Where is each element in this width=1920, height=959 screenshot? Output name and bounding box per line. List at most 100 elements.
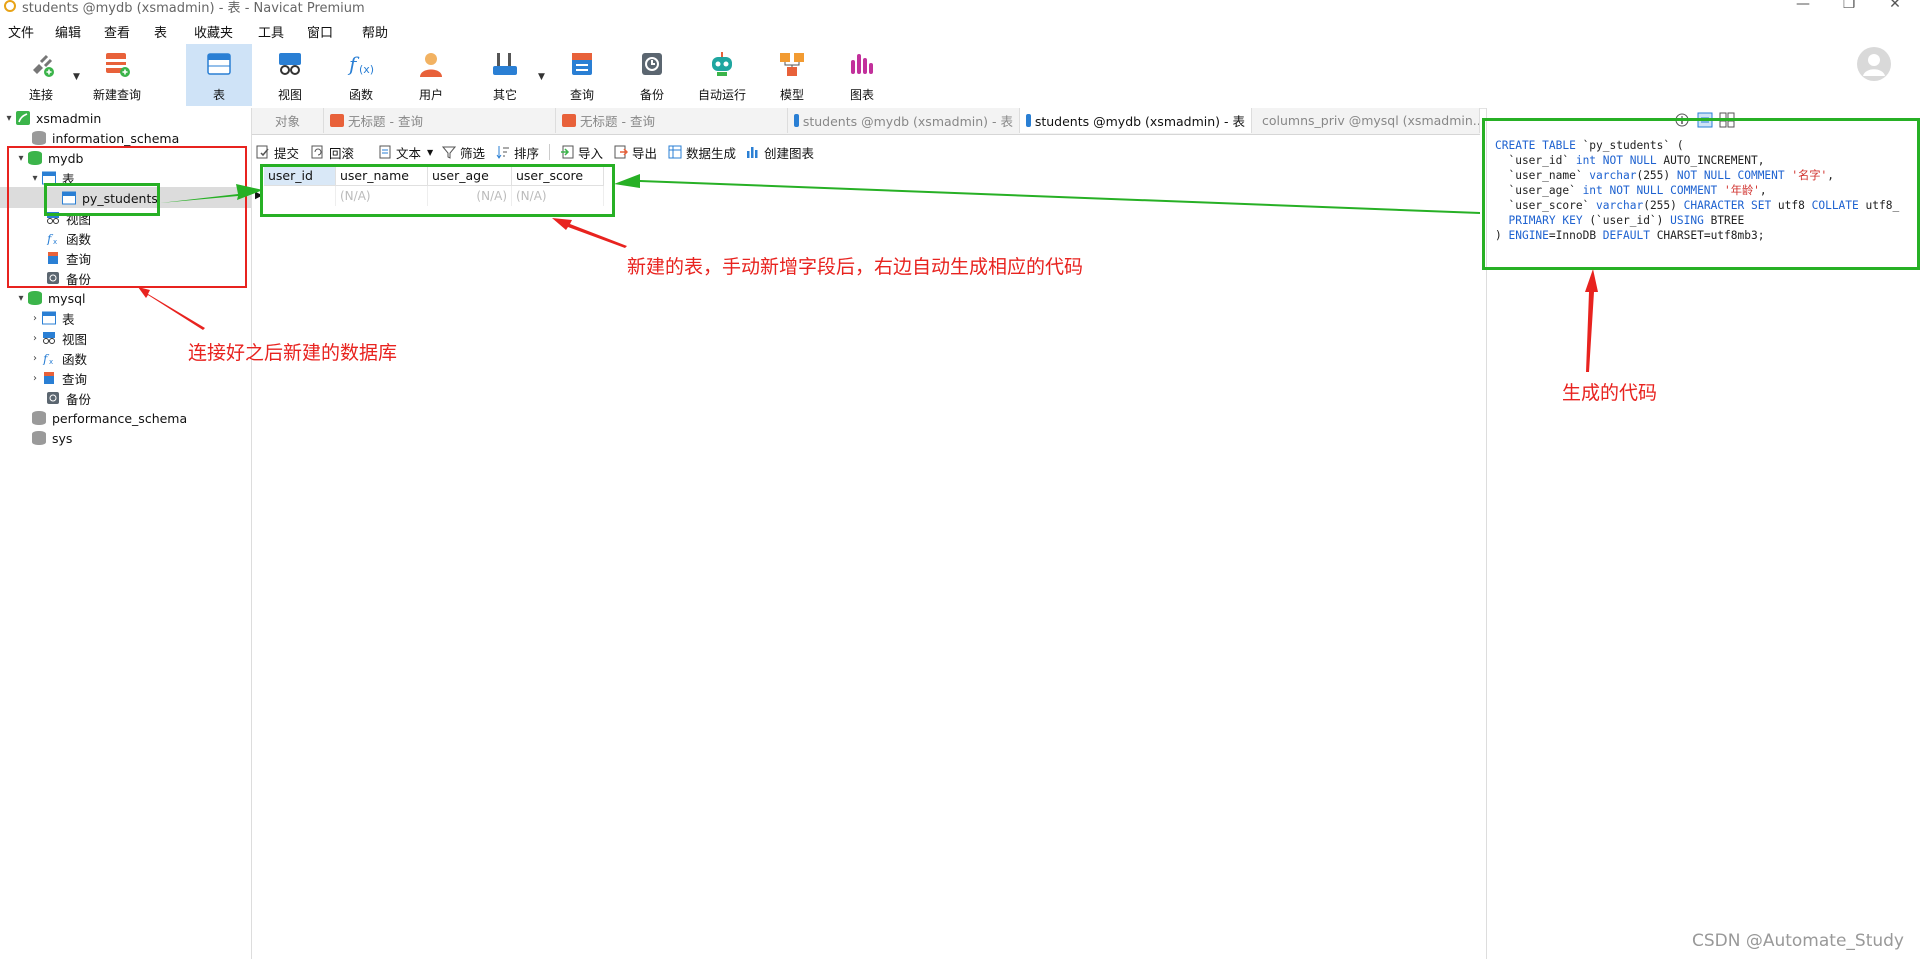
toolbar-chart-button[interactable]: 图表: [829, 44, 895, 106]
database-icon: [28, 291, 42, 305]
svg-text:(x): (x): [359, 63, 374, 76]
annotation-red-box-database: [7, 146, 247, 288]
tab-strip: 对象 无标题 - 查询 无标题 - 查询 students @mydb (xsm…: [252, 108, 1480, 135]
rollback-icon: [311, 145, 323, 159]
chart-icon: [851, 54, 873, 74]
minimize-icon[interactable]: —: [1788, 0, 1818, 12]
toolbar-table-button[interactable]: 表: [186, 44, 252, 106]
sort-button[interactable]: 排序: [496, 142, 539, 162]
menu-table[interactable]: 表: [154, 22, 167, 41]
query-icon: [572, 53, 592, 75]
menu-favorites[interactable]: 收藏夹: [194, 22, 233, 41]
import-button[interactable]: 导入: [560, 142, 603, 162]
query-icon: [44, 372, 54, 384]
query-icon: [562, 114, 576, 127]
annotation-green-box-table: [44, 183, 160, 216]
toolbar-connect-button[interactable]: 连接: [8, 44, 74, 106]
menu-help[interactable]: 帮助: [362, 22, 388, 41]
tab-students-table-2[interactable]: students @mydb (xsmadmin) - 表: [1020, 108, 1252, 133]
annotation-table-note: 新建的表，手动新增字段后，右边自动生成相应的代码: [627, 256, 1084, 278]
collapse-arrow-icon[interactable]: ›: [28, 353, 42, 364]
tab-untitled-query-1[interactable]: 无标题 - 查询: [324, 108, 556, 133]
filter-icon: [442, 146, 456, 159]
toolbar-backup-button[interactable]: 备份: [619, 44, 685, 106]
filter-button[interactable]: 筛选: [442, 142, 485, 162]
toolbar-function-button[interactable]: f (x) 函数: [328, 44, 394, 106]
tree-connection-xsmadmin[interactable]: ▾ xsmadmin: [2, 108, 101, 128]
toolbar-user-button[interactable]: 用户: [398, 44, 464, 106]
tree-db-mysql[interactable]: ▾ mysql: [14, 288, 85, 308]
navicat-logo-icon: [4, 0, 16, 12]
arrow-green-code-to-grid: [614, 174, 1480, 214]
commit-icon: [256, 145, 269, 159]
toolbar-view-button[interactable]: 视图: [257, 44, 323, 106]
commit-button[interactable]: 提交: [256, 142, 299, 162]
collapse-arrow-icon[interactable]: ›: [28, 313, 42, 324]
tab-columns-priv[interactable]: columns_priv @mysql (xsmadmin...: [1252, 108, 1480, 133]
arrow-red-grid: [552, 218, 627, 248]
backup-icon: [47, 392, 59, 404]
view-icon: [43, 332, 55, 344]
chart-icon: [747, 147, 758, 158]
mysql-connection-icon: [16, 111, 30, 125]
toolbar-other-button[interactable]: 其它: [472, 44, 538, 106]
toolbar-query-button[interactable]: 查询: [549, 44, 615, 106]
database-icon: [32, 131, 46, 145]
function-icon: f (x): [347, 52, 374, 76]
tree-mysql-tables[interactable]: › 表: [28, 308, 75, 328]
menu-file[interactable]: 文件: [8, 22, 34, 41]
collapse-arrow-icon[interactable]: ›: [28, 373, 42, 384]
data-generation-button[interactable]: 数据生成: [668, 142, 736, 162]
table-icon: [207, 53, 231, 75]
function-icon: fx: [42, 352, 53, 365]
tree-db-information-schema[interactable]: information_schema: [18, 128, 179, 148]
tree-db-sys[interactable]: sys: [18, 428, 72, 448]
tree-db-performance-schema[interactable]: performance_schema: [18, 408, 187, 428]
model-icon: [780, 53, 804, 76]
menu-edit[interactable]: 编辑: [55, 22, 81, 41]
toolbar-automation-button[interactable]: 自动运行: [689, 44, 755, 106]
tree-mysql-functions[interactable]: › fx 函数: [28, 348, 87, 368]
data-generation-icon: [668, 145, 682, 159]
new-query-icon: [106, 53, 130, 77]
toolbar-divider: [549, 144, 550, 160]
tab-students-table-1[interactable]: students @mydb (xsmadmin) - 表: [788, 108, 1020, 133]
restore-icon[interactable]: ❐: [1834, 0, 1864, 12]
annotation-database-note: 连接好之后新建的数据库: [188, 342, 398, 364]
main-toolbar: 连接 ▼ 新建查询 表 视图 f (x) 函数 用户 其它 ▼ 查询 备份 自动运…: [0, 44, 1920, 109]
table-icon: [42, 311, 56, 325]
tree-mysql-queries[interactable]: › 查询: [28, 368, 87, 388]
text-dropdown-icon[interactable]: ▼: [427, 148, 433, 157]
expand-arrow-icon[interactable]: ▾: [2, 113, 16, 124]
menu-tools[interactable]: 工具: [258, 22, 284, 41]
export-button[interactable]: 导出: [614, 142, 657, 162]
svg-text:x: x: [49, 358, 53, 365]
rollback-button[interactable]: 回滚: [311, 142, 354, 162]
menu-view[interactable]: 查看: [104, 22, 130, 41]
tree-mysql-backups[interactable]: 备份: [32, 388, 91, 408]
text-view-button[interactable]: 文本 ▼: [378, 142, 433, 162]
toolbar-model-button[interactable]: 模型: [759, 44, 825, 106]
tree-mysql-views[interactable]: › 视图: [28, 328, 87, 348]
connect-dropdown-icon[interactable]: ▼: [73, 72, 80, 82]
user-icon: [420, 53, 442, 77]
account-avatar-icon[interactable]: [1856, 46, 1892, 82]
collapse-arrow-icon[interactable]: ›: [28, 333, 42, 344]
tab-untitled-query-2[interactable]: 无标题 - 查询: [556, 108, 788, 133]
import-icon: [561, 145, 574, 159]
close-icon[interactable]: ✕: [1880, 0, 1910, 12]
backup-icon: [642, 53, 662, 75]
text-doc-icon: [379, 145, 391, 159]
other-dropdown-icon[interactable]: ▼: [538, 72, 545, 82]
database-icon: [32, 411, 46, 425]
sort-icon: [496, 146, 509, 159]
database-icon: [32, 431, 46, 445]
annotation-green-box-code: [1482, 118, 1920, 270]
expand-arrow-icon[interactable]: ▾: [14, 293, 28, 304]
toolbar-new-query-button[interactable]: 新建查询: [84, 44, 150, 106]
view-icon: [279, 53, 301, 75]
create-chart-button[interactable]: 创建图表: [746, 142, 814, 162]
menu-window[interactable]: 窗口: [307, 22, 333, 41]
tab-objects[interactable]: 对象: [252, 108, 324, 133]
tools-icon: [493, 53, 517, 75]
